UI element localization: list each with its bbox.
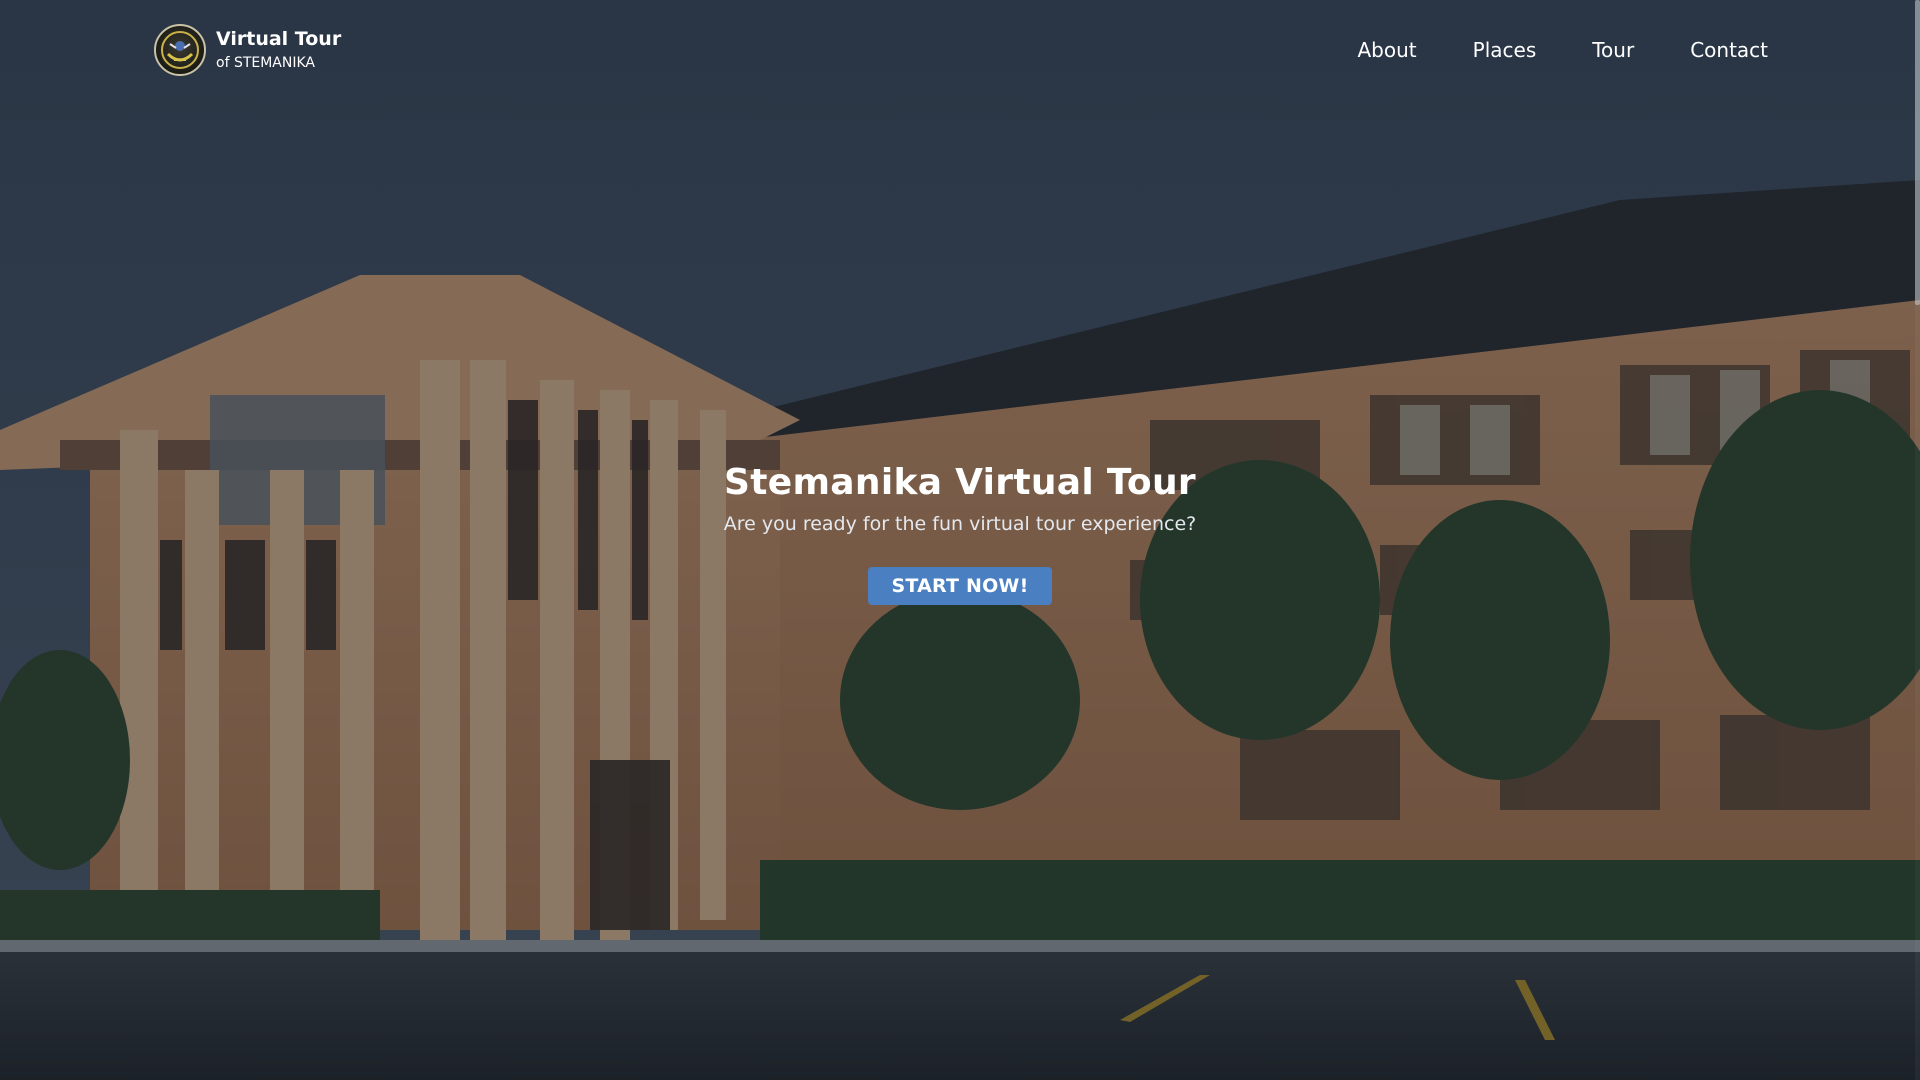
hero-subtitle: Are you ready for the fun virtual tour e… [723,513,1197,535]
page-scrollbar[interactable] [1915,0,1920,1080]
nav-link-contact[interactable]: Contact [1690,38,1768,62]
hero-content: Stemanika Virtual Tour Are you ready for… [0,462,1920,605]
school-emblem-icon [154,24,206,76]
brand-title: Virtual Tour [216,28,342,51]
scrollbar-thumb[interactable] [1915,0,1920,305]
nav-link-about[interactable]: About [1358,38,1417,62]
brand-subtitle: of STEMANIKA [216,54,315,71]
brand-home-link[interactable]: Virtual Tour of STEMANIKA [154,24,341,76]
nav-link-tour[interactable]: Tour [1592,38,1634,62]
start-now-button[interactable]: START NOW! [867,567,1053,605]
hero-section: Virtual Tour of STEMANIKA About Places T… [0,0,1920,1080]
main-nav: About Places Tour Contact [1302,38,1769,62]
nav-link-places[interactable]: Places [1473,38,1537,62]
site-header: Virtual Tour of STEMANIKA About Places T… [0,0,1920,100]
hero-title: Stemanika Virtual Tour [724,462,1196,503]
brand-text: Virtual Tour of STEMANIKA [216,28,342,71]
